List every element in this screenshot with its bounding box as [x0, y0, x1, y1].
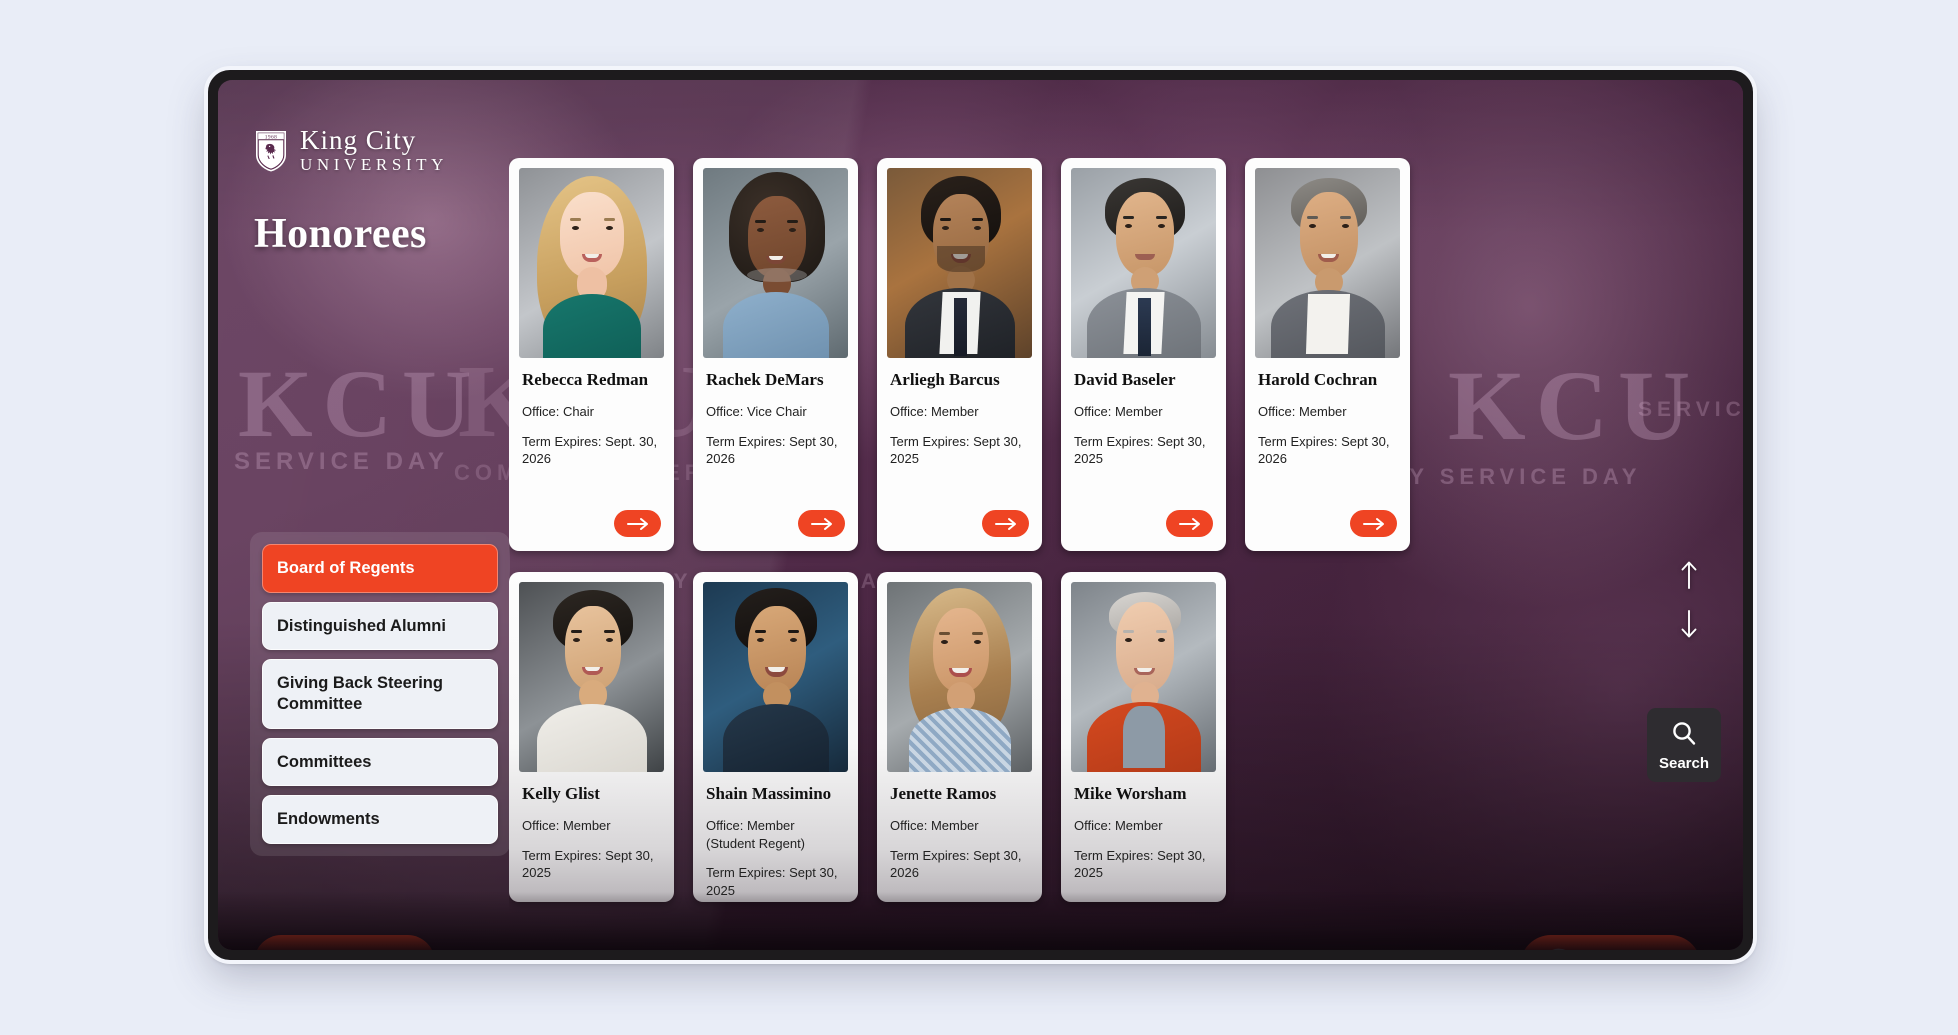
honoree-name: Shain Massimino	[706, 784, 832, 803]
honoree-detail-arrow-button[interactable]	[1166, 510, 1213, 537]
arrow-right-icon	[810, 517, 832, 530]
home-button-label: Home	[332, 946, 405, 950]
sidebar-item-giving-back-steering-committee[interactable]: Giving Back Steering Committee	[262, 659, 498, 729]
honoree-card[interactable]: Arliegh Barcus Office: Member Term Expir…	[877, 158, 1042, 551]
arrow-right-icon	[1362, 517, 1384, 530]
honoree-portrait	[1071, 168, 1216, 358]
honoree-portrait	[1071, 582, 1216, 772]
honoree-card-body: David Baseler Office: Member Term Expire…	[1061, 358, 1226, 468]
honoree-office: Office: Member	[890, 818, 979, 834]
category-sidebar: Board of Regents Distinguished Alumni Gi…	[250, 532, 510, 856]
honoree-card-body: Kelly Glist Office: Member Term Expires:…	[509, 772, 674, 882]
sidebar-item-board-of-regents[interactable]: Board of Regents	[262, 544, 498, 593]
honoree-detail-arrow-button[interactable]	[982, 510, 1029, 537]
honoree-card-body: Arliegh Barcus Office: Member Term Expir…	[877, 358, 1042, 468]
honoree-office: Office: Chair	[522, 404, 595, 420]
honoree-card[interactable]: Rachek DeMars Office: Vice Chair Term Ex…	[693, 158, 858, 551]
honoree-name: Rebecca Redman	[522, 370, 649, 389]
honoree-name: Mike Worsham	[1074, 784, 1187, 803]
honoree-card-body: Rachek DeMars Office: Vice Chair Term Ex…	[693, 358, 858, 468]
honoree-name: Kelly Glist	[522, 784, 600, 803]
honoree-card[interactable]: Mike Worsham Office: Member Term Expires…	[1061, 572, 1226, 902]
honoree-term: Term Expires: Sept 30, 2025	[1074, 433, 1206, 467]
honoree-row-1: Rebecca Redman Office: Chair Term Expire…	[509, 158, 1694, 551]
honoree-card-body: Shain Massimino Office: Member (Student …	[693, 772, 858, 900]
honoree-term: Term Expires: Sept 30, 2025	[1074, 847, 1206, 881]
arrow-left-icon	[278, 949, 316, 951]
svg-text:1968: 1968	[265, 134, 277, 140]
honoree-name: Harold Cochran	[1258, 370, 1378, 389]
honoree-card-grid: Rebecca Redman Office: Chair Term Expire…	[509, 158, 1694, 950]
honoree-term: Term Expires: Sept. 30, 2026	[522, 433, 658, 467]
honoree-office: Office: Vice Chair	[706, 404, 807, 420]
sidebar-item-endowments[interactable]: Endowments	[262, 795, 498, 844]
honoree-term: Term Expires: Sept 30, 2026	[706, 433, 838, 467]
honoree-term: Term Expires: Sept 30, 2026	[1258, 433, 1390, 467]
monitor-frame: KCU SERVICE DAY KCU COMMUNITY SERVICE DA…	[208, 70, 1753, 960]
honoree-card[interactable]: Harold Cochran Office: Member Term Expir…	[1245, 158, 1410, 551]
arrow-right-icon	[1178, 517, 1200, 530]
wordmark-line-2: UNIVERSITY	[300, 155, 448, 175]
honoree-office: Office: Member	[1258, 404, 1347, 420]
university-wordmark: King City UNIVERSITY	[300, 126, 448, 176]
honoree-office: Office: Member	[1074, 818, 1163, 834]
honoree-name: Arliegh Barcus	[890, 370, 1000, 389]
honoree-detail-arrow-button[interactable]	[798, 510, 845, 537]
honoree-portrait	[703, 168, 848, 358]
honoree-portrait	[703, 582, 848, 772]
honoree-portrait	[519, 582, 664, 772]
honoree-term: Term Expires: Sept 30, 2025	[890, 433, 1022, 467]
sidebar-item-distinguished-alumni[interactable]: Distinguished Alumni	[262, 601, 498, 651]
honoree-portrait	[519, 168, 664, 358]
page-title: Honorees	[254, 211, 427, 257]
arrow-right-icon	[994, 517, 1016, 530]
honoree-office: Office: Member	[522, 818, 611, 834]
honoree-card[interactable]: Kelly Glist Office: Member Term Expires:…	[509, 572, 674, 902]
honoree-card-body: Harold Cochran Office: Member Term Expir…	[1245, 358, 1410, 468]
honoree-detail-arrow-button[interactable]	[614, 510, 661, 537]
wordmark-line-1: King City	[300, 125, 417, 155]
honoree-portrait	[887, 168, 1032, 358]
honoree-term: Term Expires: Sept 30, 2025	[706, 865, 838, 899]
honoree-office: Office: Member (Student Regent)	[706, 818, 806, 851]
honoree-card-body: Rebecca Redman Office: Chair Term Expire…	[509, 358, 674, 468]
honoree-detail-arrow-button[interactable]	[1350, 510, 1397, 537]
honoree-row-2: Kelly Glist Office: Member Term Expires:…	[509, 572, 1694, 902]
honoree-name: David Baseler	[1074, 370, 1176, 389]
honoree-card[interactable]: David Baseler Office: Member Term Expire…	[1061, 158, 1226, 551]
honoree-term: Term Expires: Sept 30, 2026	[890, 847, 1022, 881]
arrow-right-icon	[626, 517, 648, 530]
honoree-card[interactable]: Jenette Ramos Office: Member Term Expire…	[877, 572, 1042, 902]
shield-lion-crest-icon: 1968	[254, 129, 288, 173]
honoree-card-body: Mike Worsham Office: Member Term Expires…	[1061, 772, 1226, 882]
honoree-portrait	[887, 582, 1032, 772]
honoree-card[interactable]: Shain Massimino Office: Member (Student …	[693, 572, 858, 902]
sidebar-item-committees[interactable]: Committees	[262, 737, 498, 787]
honoree-name: Jenette Ramos	[890, 784, 997, 803]
honoree-card-body: Jenette Ramos Office: Member Term Expire…	[877, 772, 1042, 882]
kiosk-screen: KCU SERVICE DAY KCU COMMUNITY SERVICE DA…	[218, 80, 1743, 950]
brand-lockup: 1968 King City UNIVERSITY	[254, 126, 448, 176]
home-button[interactable]: Home	[254, 935, 435, 950]
honoree-name: Rachek DeMars	[706, 370, 824, 389]
honoree-card[interactable]: Rebecca Redman Office: Chair Term Expire…	[509, 158, 674, 551]
honoree-portrait	[1255, 168, 1400, 358]
honoree-office: Office: Member	[890, 404, 979, 420]
honoree-office: Office: Member	[1074, 404, 1163, 420]
honoree-term: Term Expires: Sept 30, 2025	[522, 847, 654, 881]
